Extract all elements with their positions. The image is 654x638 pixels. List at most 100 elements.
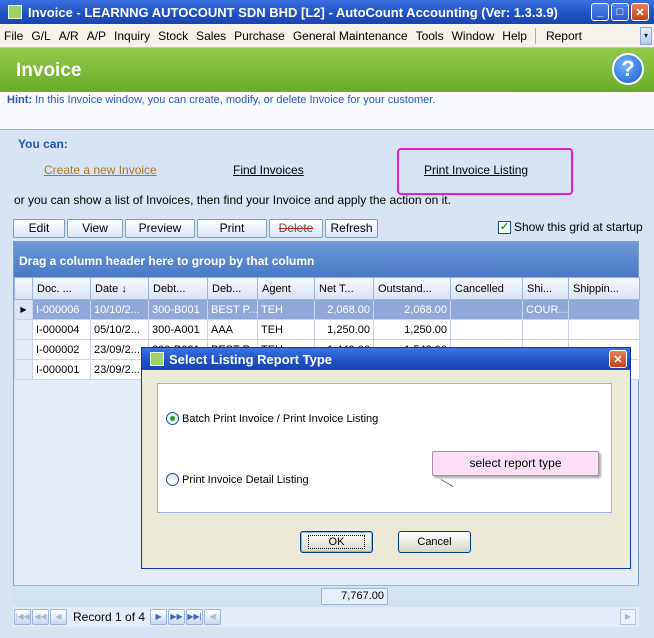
print-button[interactable]: Print [197,219,267,238]
create-invoice-link[interactable]: Create a new Invoice [44,163,157,177]
next-record-icon[interactable]: ▶ [150,609,168,625]
first-record-icon[interactable]: |◀◀ [14,609,31,625]
show-grid-checkbox[interactable]: ✓ Show this grid at startup [498,220,643,234]
cell-doc: I-000004 [32,319,91,340]
batch-print-label: Batch Print Invoice / Print Invoice List… [182,412,379,425]
minimize-button[interactable]: _ [591,3,609,21]
detail-listing-label: Print Invoice Detail Listing [182,473,309,486]
annotation-callout: select report type [432,451,599,476]
batch-print-radio[interactable]: Batch Print Invoice / Print Invoice List… [166,412,378,425]
menu-ap[interactable]: A/P [83,29,110,43]
you-can-heading: You can: [18,137,68,151]
view-button[interactable]: View [67,219,123,238]
column-header-debtor-name[interactable]: Deb... [207,277,258,300]
cell-doc: I-000002 [32,339,91,360]
cell-date: 05/10/2... [90,319,149,340]
column-header-cancelled[interactable]: Cancelled [450,277,523,300]
scroll-right-icon[interactable]: ▶ [620,609,636,625]
ok-button[interactable]: OK [300,531,373,553]
menu-purchase[interactable]: Purchase [230,29,289,43]
cell-agent: TEH [257,319,315,340]
record-counter: Record 1 of 4 [73,610,146,624]
app-icon [8,5,22,19]
column-header-date-label: Date [95,282,119,295]
column-header-doc[interactable]: Doc. ... [32,277,91,300]
menu-stock[interactable]: Stock [154,29,192,43]
menu-gl[interactable]: G/L [27,29,54,43]
cell-date: 23/09/2... [90,359,149,380]
report-type-panel: Batch Print Invoice / Print Invoice List… [157,383,612,513]
column-header-outstanding[interactable]: Outstand... [373,277,451,300]
column-header-ship-via[interactable]: Shi... [522,277,569,300]
help-icon[interactable]: ? [612,53,644,85]
net-total-sum: 7,767.00 [321,588,388,605]
hint-panel: Hint: In this Invoice window, you can cr… [0,92,654,130]
radio-selected-icon[interactable] [166,412,179,425]
page-title: Invoice [16,60,82,81]
dialog-titlebar: Select Listing Report Type ✕ [142,348,630,370]
prev-record-icon[interactable]: ◀ [50,609,67,625]
window-titlebar: Invoice - LEARNNG AUTOCOUNT SDN BHD [L2]… [0,0,654,24]
preview-button[interactable]: Preview [125,219,195,238]
table-row[interactable]: I-000004 05/10/2... 300-A001 AAA TEH 1,2… [14,319,640,340]
menu-help[interactable]: Help [498,29,531,43]
column-header-shipping-info[interactable]: Shippin... [568,277,640,300]
menu-tools[interactable]: Tools [412,29,448,43]
cell-shipping-info [568,299,640,320]
cell-outstanding: 2,068.00 [373,299,451,320]
hint-text: In this Invoice window, you can create, … [35,94,436,106]
hint-label: Hint: [7,94,33,106]
ok-label: OK [307,535,366,549]
cell-ship-via [522,319,569,340]
cell-net-total: 2,068.00 [314,299,374,320]
grid-footer: 7,767.00 [13,585,639,607]
cell-debtor-code: 300-A001 [148,319,208,340]
refresh-button[interactable]: Refresh [325,219,378,238]
menu-inquiry[interactable]: Inquiry [110,29,154,43]
detail-listing-radio[interactable]: Print Invoice Detail Listing [166,473,309,486]
dialog-app-icon [150,352,164,366]
menu-general-maintenance[interactable]: General Maintenance [289,29,412,43]
cell-date: 10/10/2... [90,299,149,320]
next-page-icon[interactable]: ▶▶ [168,609,186,625]
cell-agent: TEH [257,299,315,320]
cell-debtor-name: AAA [207,319,258,340]
instruction-text: or you can show a list of Invoices, then… [14,193,451,207]
cancel-button[interactable]: Cancel [398,531,471,553]
radio-unselected-icon[interactable] [166,473,179,486]
select-report-type-dialog: Select Listing Report Type ✕ Batch Print… [141,347,631,569]
prev-page-icon[interactable]: ◀◀ [32,609,49,625]
callout-pointer [440,479,454,487]
cell-date: 23/09/2... [90,339,149,360]
menu-bar: File G/L A/R A/P Inquiry Stock Sales Pur… [0,24,654,48]
highlight-box [397,148,573,195]
chevron-down-icon[interactable]: ▾ [640,27,652,45]
column-header-net-total[interactable]: Net T... [314,277,374,300]
cell-outstanding: 1,250.00 [373,319,451,340]
last-record-icon[interactable]: ▶▶| [186,609,204,625]
table-row[interactable]: ▶ I-000006 10/10/2... 300-B001 BEST P...… [14,299,640,320]
menu-window[interactable]: Window [448,29,499,43]
dialog-close-button[interactable]: ✕ [609,350,627,368]
menu-sales[interactable]: Sales [192,29,230,43]
row-indicator [14,319,33,340]
menu-report[interactable]: Report [542,29,586,43]
column-header-agent[interactable]: Agent [257,277,315,300]
menu-ar[interactable]: A/R [55,29,83,43]
delete-button[interactable]: Delete [269,219,323,238]
table-header-row: Doc. ... Date ↓ Debt... Deb... Agent Net… [14,277,640,300]
close-button[interactable]: ✕ [631,3,649,21]
menu-file[interactable]: File [0,29,27,43]
edit-button[interactable]: Edit [13,219,65,238]
cell-cancelled [450,299,523,320]
row-indicator-header [14,277,33,300]
dialog-title: Select Listing Report Type [169,351,333,367]
row-indicator [14,339,33,360]
column-header-date[interactable]: Date ↓ [90,277,149,300]
group-by-panel[interactable]: Drag a column header here to group by th… [14,242,638,277]
scroll-left-icon[interactable]: ◀ [204,609,222,625]
checkbox-check-icon[interactable]: ✓ [498,220,511,234]
find-invoices-link[interactable]: Find Invoices [233,163,304,177]
maximize-button[interactable]: □ [611,3,629,21]
column-header-debtor-code[interactable]: Debt... [148,277,208,300]
